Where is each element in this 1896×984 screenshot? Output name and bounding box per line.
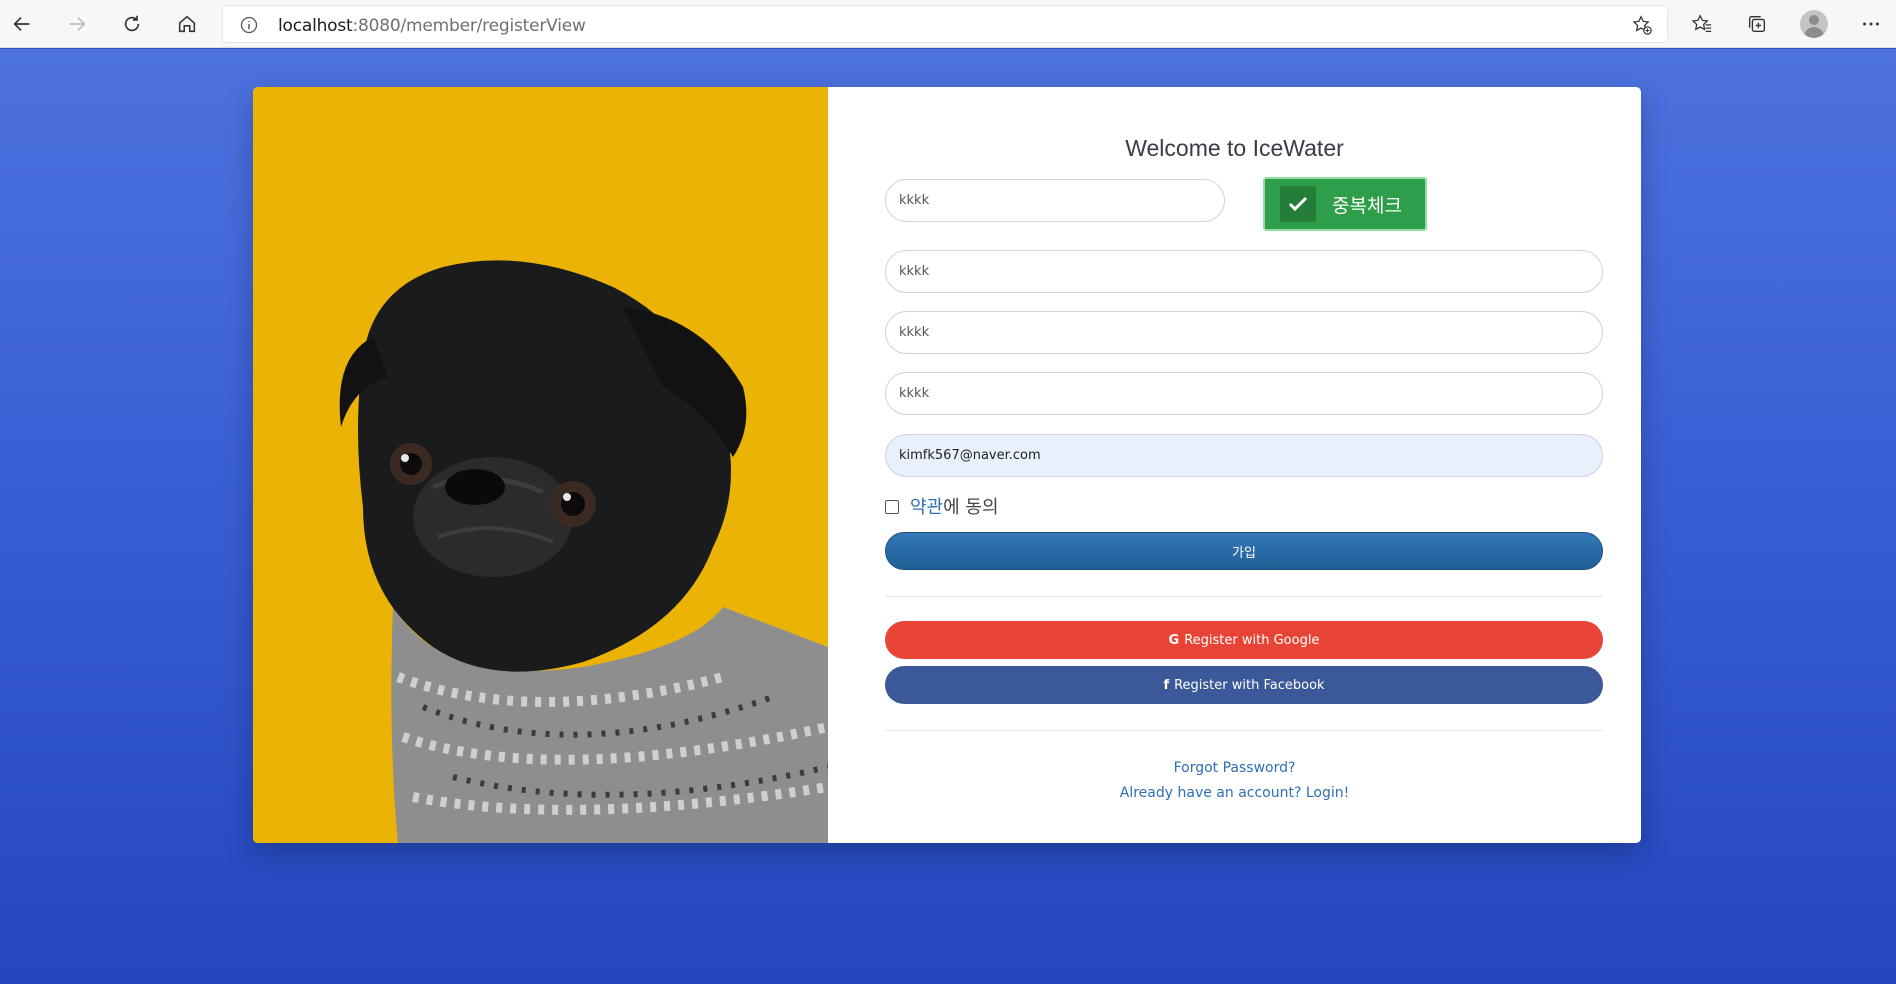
register-form: Welcome to IceWater kkkk 중복체크 kkkk kkkk …	[828, 87, 1641, 843]
pug-illustration	[339, 260, 828, 843]
google-label: Register with Google	[1184, 632, 1320, 648]
forward-icon	[69, 16, 86, 32]
url-text[interactable]: localhost:8080/member/registerView	[278, 16, 586, 36]
refresh-icon	[124, 15, 140, 32]
page-title: Welcome to IceWater	[1125, 135, 1344, 161]
address-bar[interactable]: localhost:8080/member/registerView	[222, 5, 1668, 43]
google-icon: G	[1168, 632, 1180, 648]
email-input[interactable]: kimfk567@naver.com	[885, 434, 1603, 477]
forward-button[interactable]	[61, 8, 93, 40]
more-button[interactable]	[1855, 8, 1887, 40]
pug-photo	[253, 87, 828, 843]
back-icon	[13, 16, 30, 32]
register-facebook-button[interactable]: f Register with Facebook	[885, 666, 1603, 704]
favorites-button[interactable]	[1686, 8, 1718, 40]
browser-toolbar: localhost:8080/member/registerView	[0, 0, 1896, 48]
divider	[885, 730, 1603, 731]
collections-button[interactable]	[1741, 8, 1773, 40]
duplicate-check-label: 중복체크	[1332, 194, 1402, 217]
home-icon	[178, 15, 196, 33]
check-icon	[1280, 186, 1316, 222]
url-host: localhost	[278, 16, 353, 36]
back-button[interactable]	[6, 8, 38, 40]
user-id-input[interactable]: kkkk	[885, 179, 1225, 222]
url-path: :8080/member/registerView	[352, 16, 586, 36]
more-icon	[1863, 22, 1879, 26]
login-link[interactable]: Already have an account? Login!	[828, 785, 1641, 801]
join-button[interactable]: 가입	[885, 532, 1603, 570]
name-input[interactable]: kkkk	[885, 372, 1603, 415]
info-icon[interactable]	[239, 15, 259, 35]
password-confirm-input[interactable]: kkkk	[885, 311, 1603, 354]
home-button[interactable]	[171, 8, 203, 40]
duplicate-check-button[interactable]: 중복체크	[1263, 177, 1427, 231]
favorites-icon	[1691, 14, 1712, 32]
profile-icon[interactable]	[1800, 10, 1828, 38]
register-card: Welcome to IceWater kkkk 중복체크 kkkk kkkk …	[253, 87, 1641, 843]
favorite-add-icon[interactable]	[1631, 14, 1653, 36]
password-input[interactable]: kkkk	[885, 250, 1603, 293]
agree-checkbox[interactable]	[885, 500, 899, 514]
forgot-password-link[interactable]: Forgot Password?	[828, 760, 1641, 776]
facebook-icon: f	[1163, 677, 1170, 693]
register-google-button[interactable]: G Register with Google	[885, 621, 1603, 659]
terms-link[interactable]: 약관	[910, 493, 943, 519]
collections-icon	[1748, 15, 1766, 33]
agree-label: 에 동의	[943, 497, 999, 518]
facebook-label: Register with Facebook	[1174, 677, 1325, 693]
agree-terms: 약관 에 동의	[885, 493, 999, 519]
refresh-button[interactable]	[116, 8, 148, 40]
divider	[885, 596, 1603, 597]
